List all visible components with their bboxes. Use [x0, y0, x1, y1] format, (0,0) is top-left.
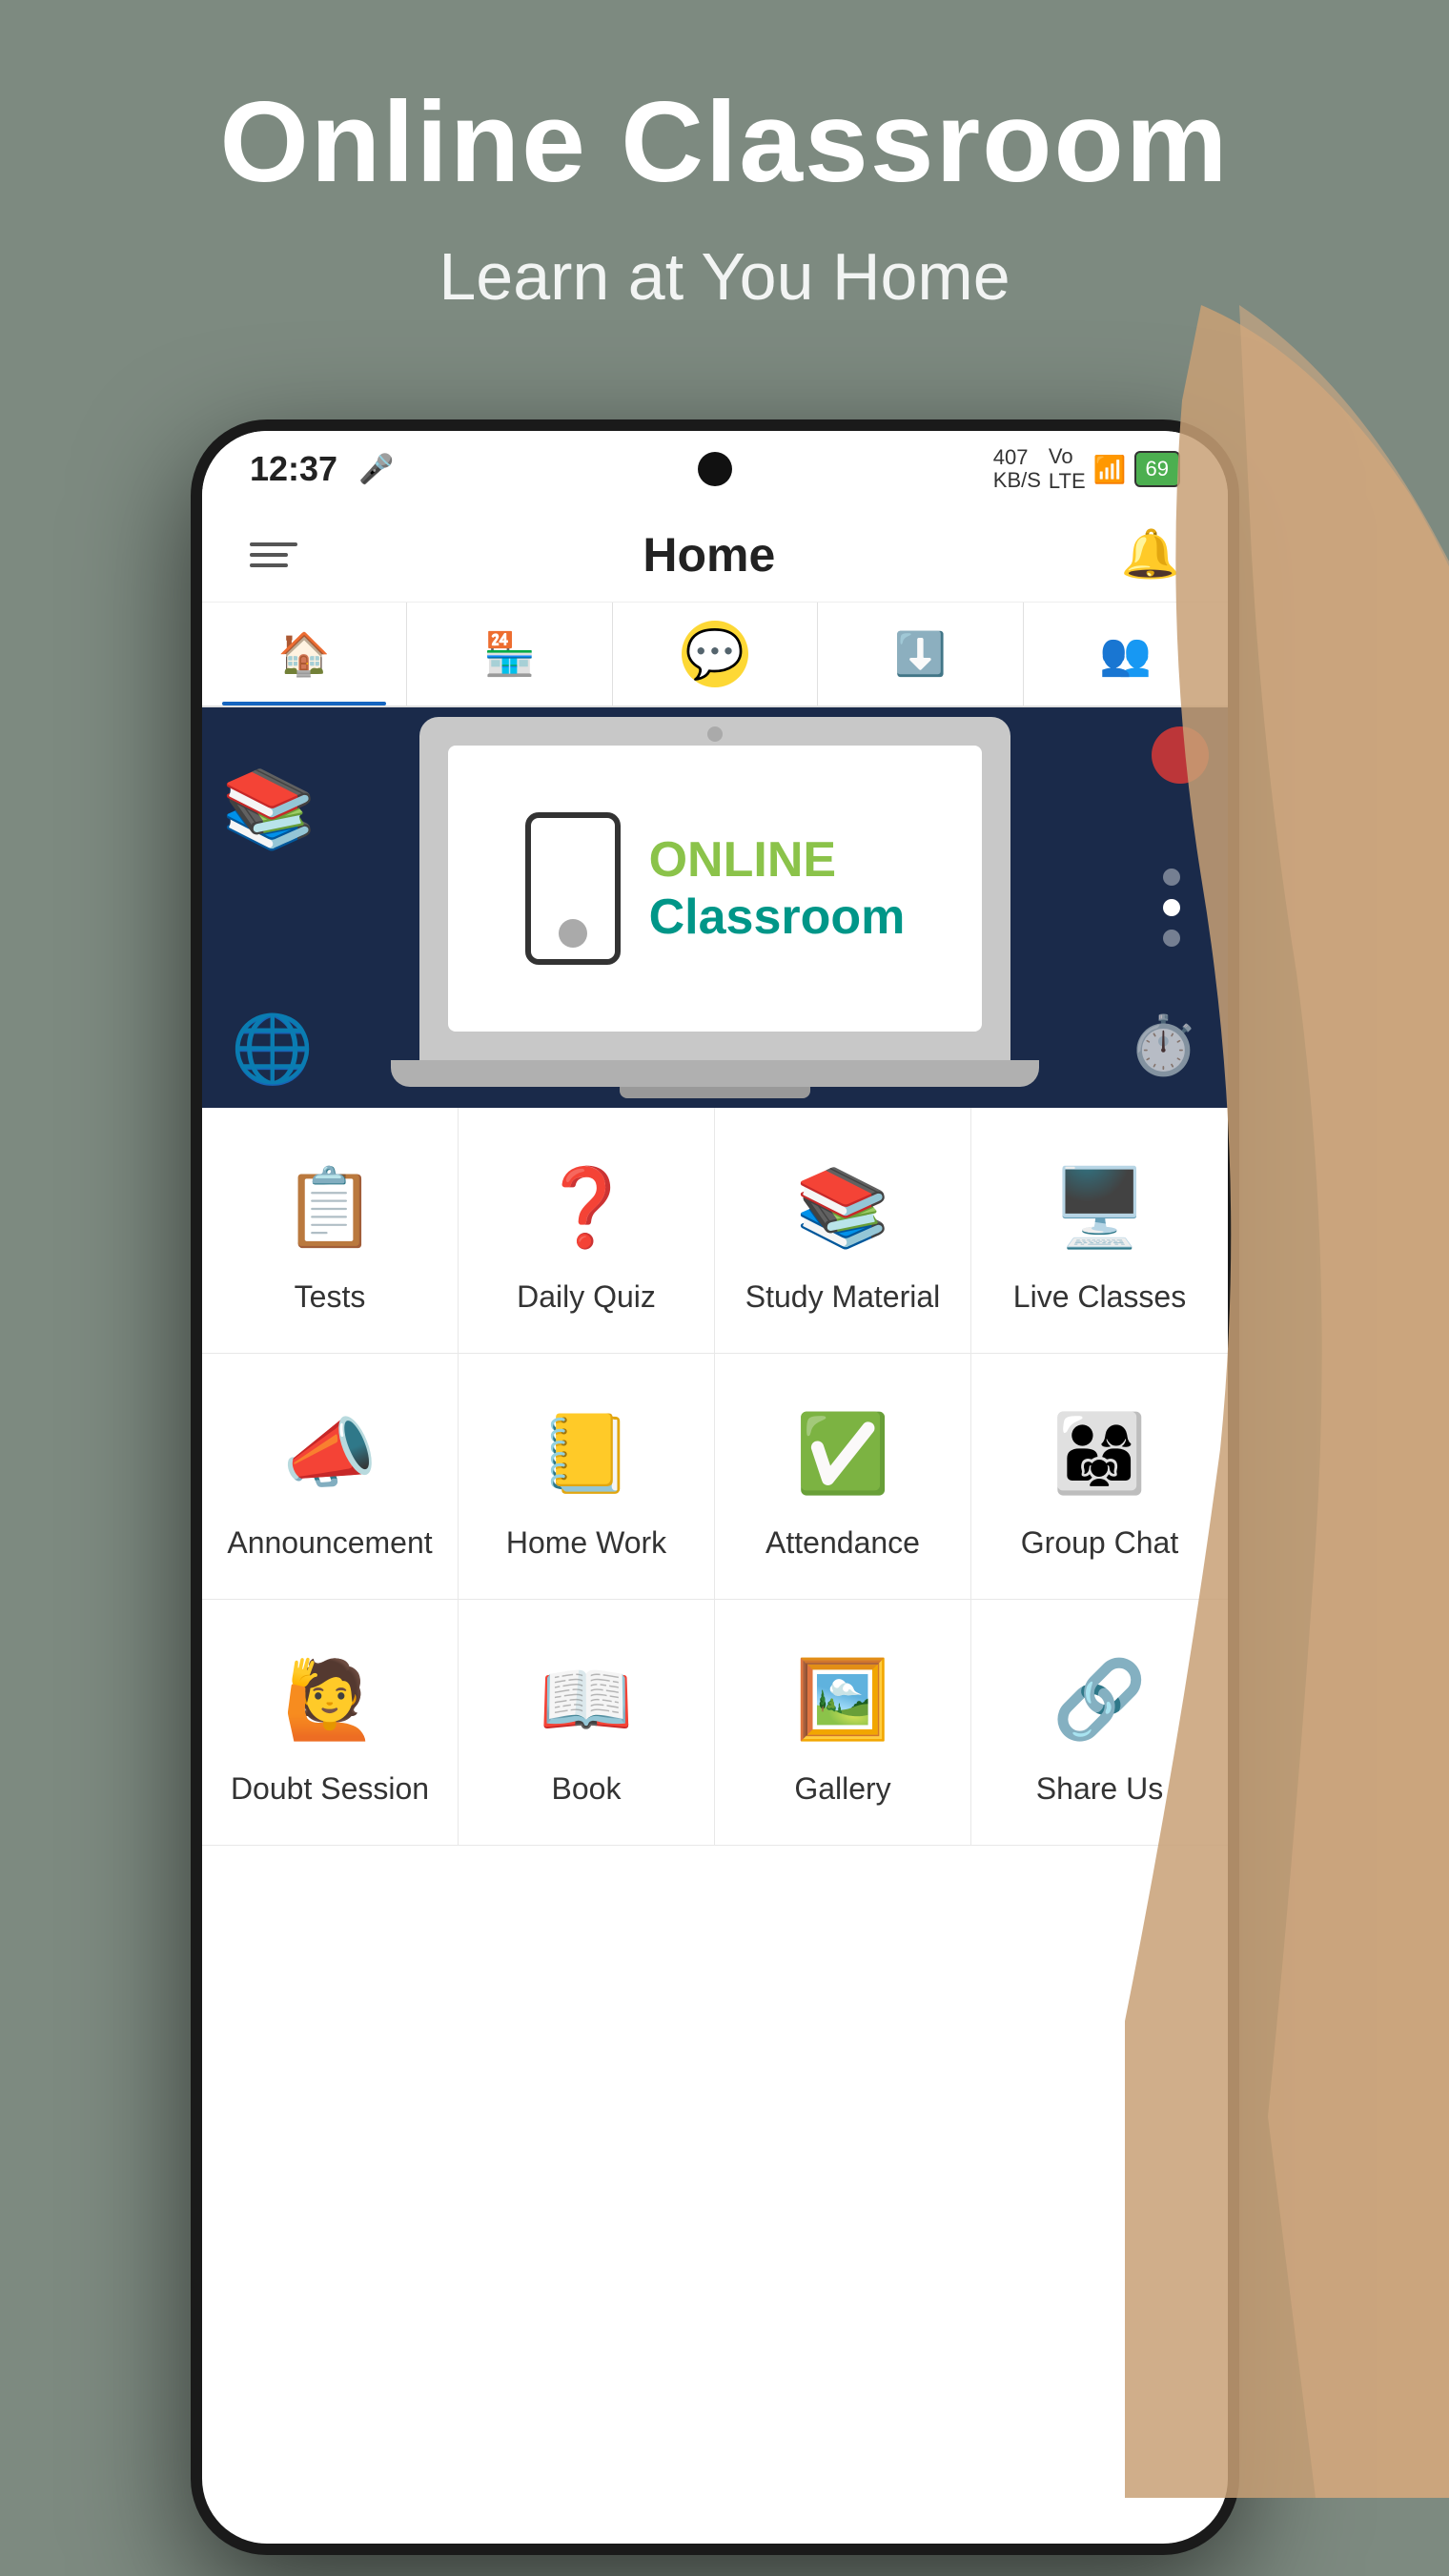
- tab-chat[interactable]: 💬: [613, 603, 818, 705]
- banner-screen: ONLINE Classroom: [448, 746, 982, 1032]
- banner: 📚 🌐 ONLINE Classroom: [202, 707, 1228, 1108]
- download-icon: ⬇️: [894, 629, 947, 679]
- home-work-label: Home Work: [506, 1525, 666, 1561]
- tests-label: Tests: [295, 1279, 366, 1315]
- laptop-container: ONLINE Classroom: [391, 717, 1039, 1098]
- banner-laptop: ONLINE Classroom: [419, 717, 1010, 1060]
- tab-home[interactable]: 🏠: [202, 603, 407, 705]
- header-title: Home: [643, 527, 775, 583]
- menu-item-group-chat[interactable]: 👨‍👩‍👧 Group Chat: [971, 1354, 1228, 1600]
- menu-item-live-classes[interactable]: 🖥️ Live Classes: [971, 1108, 1228, 1354]
- globe-decoration: 🌐: [231, 1011, 314, 1089]
- live-classes-icon: 🖥️: [1048, 1155, 1153, 1260]
- book-icon: 📖: [534, 1647, 639, 1752]
- people-icon: 👥: [1099, 629, 1152, 679]
- daily-quiz-icon: ❓: [534, 1155, 639, 1260]
- home-work-icon: 📒: [534, 1401, 639, 1506]
- attendance-label: Attendance: [765, 1525, 920, 1561]
- share-us-icon: 🔗: [1048, 1647, 1153, 1752]
- phone-wrapper: 12:37 🎤 407KB/S VoLTE 📶 69 Home: [114, 362, 1449, 2576]
- lte-bars: 📶: [1093, 454, 1127, 485]
- menu-item-attendance[interactable]: ✅ Attendance: [715, 1354, 971, 1600]
- phone-frame: 12:37 🎤 407KB/S VoLTE 📶 69 Home: [191, 419, 1239, 2555]
- camera-dot: [698, 452, 732, 486]
- mic-icon: 🎤: [358, 453, 394, 486]
- dot-2: [1163, 899, 1180, 916]
- tab-people[interactable]: 👥: [1024, 603, 1228, 705]
- dot-1: [1163, 869, 1180, 886]
- banner-dots: [1163, 869, 1180, 947]
- announcement-icon: 📣: [277, 1401, 382, 1506]
- red-circle: [1152, 726, 1209, 784]
- menu-item-study-material[interactable]: 📚 Study Material: [715, 1108, 971, 1354]
- gallery-icon: 🖼️: [790, 1647, 895, 1752]
- banner-classroom-text: Classroom: [649, 889, 906, 946]
- laptop-base: [391, 1060, 1039, 1087]
- signal-text: 407KB/S: [993, 446, 1041, 492]
- banner-phone-icon: [525, 812, 621, 965]
- status-time: 12:37: [250, 449, 337, 489]
- live-classes-label: Live Classes: [1013, 1279, 1186, 1315]
- doubt-session-icon: 🙋: [277, 1647, 382, 1752]
- menu-item-doubt-session[interactable]: 🙋 Doubt Session: [202, 1600, 459, 1846]
- tab-shop[interactable]: 🏪: [407, 603, 612, 705]
- menu-item-tests[interactable]: 📋 Tests: [202, 1108, 459, 1354]
- book-label: Book: [552, 1771, 622, 1807]
- daily-quiz-label: Daily Quiz: [517, 1279, 656, 1315]
- share-us-label: Share Us: [1036, 1771, 1163, 1807]
- tab-download[interactable]: ⬇️: [818, 603, 1023, 705]
- status-bar: 12:37 🎤 407KB/S VoLTE 📶 69: [202, 431, 1228, 507]
- tests-icon: 📋: [277, 1155, 382, 1260]
- banner-text-block: ONLINE Classroom: [649, 831, 906, 946]
- dot-3: [1163, 930, 1180, 947]
- page-subtitle: Learn at You Home: [0, 238, 1449, 315]
- menu-item-announcement[interactable]: 📣 Announcement: [202, 1354, 459, 1600]
- study-material-icon: 📚: [790, 1155, 895, 1260]
- group-chat-icon: 👨‍👩‍👧: [1048, 1401, 1153, 1506]
- banner-online-text: ONLINE: [649, 831, 906, 889]
- group-chat-label: Group Chat: [1021, 1525, 1178, 1561]
- attendance-icon: ✅: [790, 1401, 895, 1506]
- laptop-foot: [620, 1087, 810, 1098]
- menu-item-home-work[interactable]: 📒 Home Work: [459, 1354, 715, 1600]
- phone-screen: 12:37 🎤 407KB/S VoLTE 📶 69 Home: [202, 431, 1228, 2544]
- menu-item-book[interactable]: 📖 Book: [459, 1600, 715, 1846]
- battery-icon: 69: [1134, 451, 1180, 487]
- shop-icon: 🏪: [483, 629, 536, 679]
- menu-item-gallery[interactable]: 🖼️ Gallery: [715, 1600, 971, 1846]
- doubt-session-label: Doubt Session: [231, 1771, 429, 1807]
- announcement-label: Announcement: [227, 1525, 432, 1561]
- tab-bar: 🏠 🏪 💬 ⬇️ 👥: [202, 603, 1228, 707]
- gallery-label: Gallery: [794, 1771, 890, 1807]
- hamburger-menu[interactable]: [250, 542, 297, 567]
- clock-decoration: ⏱️: [1128, 1012, 1199, 1079]
- chat-icon: 💬: [682, 621, 748, 687]
- books-decoration: 📚: [221, 765, 316, 854]
- status-icons: 407KB/S VoLTE 📶 69: [993, 444, 1180, 494]
- menu-item-daily-quiz[interactable]: ❓ Daily Quiz: [459, 1108, 715, 1354]
- app-header: Home 🔔: [202, 507, 1228, 603]
- page-title: Online Classroom: [0, 76, 1449, 208]
- menu-item-share-us[interactable]: 🔗 Share Us: [971, 1600, 1228, 1846]
- bell-icon[interactable]: 🔔: [1121, 526, 1180, 583]
- study-material-label: Study Material: [745, 1279, 941, 1315]
- home-icon: 🏠: [278, 629, 331, 679]
- network-icon: VoLTE: [1049, 444, 1086, 494]
- menu-grid: 📋 Tests ❓ Daily Quiz 📚 Study Material 🖥️ Live C…: [202, 1108, 1228, 1846]
